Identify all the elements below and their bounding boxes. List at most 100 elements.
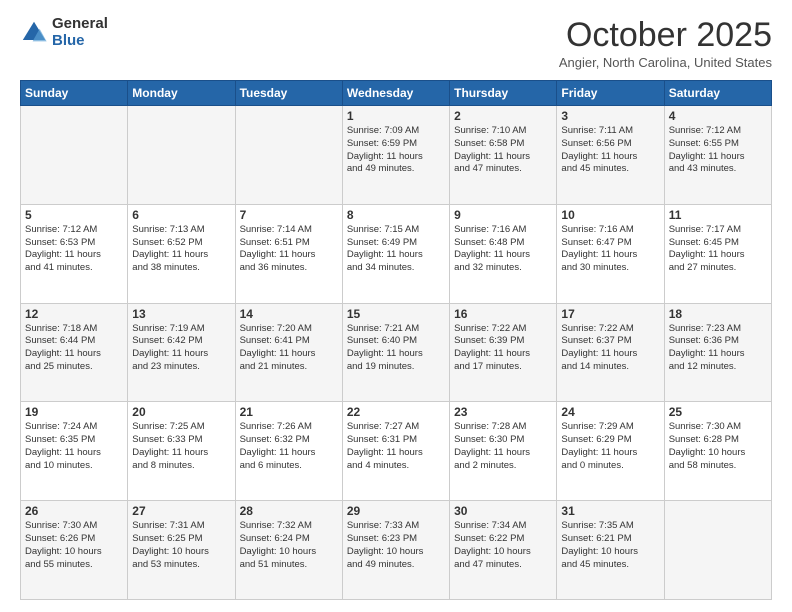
calendar-cell: 30 Sunrise: 7:34 AM Sunset: 6:22 PM Dayli… [450, 501, 557, 600]
day-info: Sunrise: 7:34 AM Sunset: 6:22 PM Dayligh… [454, 520, 552, 571]
day-info: Sunrise: 7:17 AM Sunset: 6:45 PM Dayligh… [669, 224, 767, 275]
calendar-cell: 21 Sunrise: 7:26 AM Sunset: 6:32 PM Dayli… [235, 402, 342, 501]
day-info: Sunrise: 7:19 AM Sunset: 6:42 PM Dayligh… [132, 323, 230, 374]
day-number: 20 [132, 405, 230, 419]
day-info: Sunrise: 7:33 AM Sunset: 6:23 PM Dayligh… [347, 520, 445, 571]
title-block: October 2025 Angier, North Carolina, Uni… [559, 16, 772, 70]
day-number: 30 [454, 504, 552, 518]
day-number: 10 [561, 208, 659, 222]
calendar-cell: 1Sunrise: 7:09 AM Sunset: 6:59 PM Daylig… [342, 106, 449, 205]
calendar-cell: 5 Sunrise: 7:12 AM Sunset: 6:53 PM Daylig… [21, 204, 128, 303]
day-number: 8 [347, 208, 445, 222]
calendar-cell: 8 Sunrise: 7:15 AM Sunset: 6:49 PM Daylig… [342, 204, 449, 303]
day-info: Sunrise: 7:16 AM Sunset: 6:48 PM Dayligh… [454, 224, 552, 275]
day-info: Sunrise: 7:12 AM Sunset: 6:53 PM Dayligh… [25, 224, 123, 275]
day-info: Sunrise: 7:11 AM Sunset: 6:56 PM Dayligh… [561, 125, 659, 176]
logo: General Blue [20, 16, 108, 49]
day-info: Sunrise: 7:35 AM Sunset: 6:21 PM Dayligh… [561, 520, 659, 571]
calendar-cell: 19Sunrise: 7:24 AM Sunset: 6:35 PM Dayli… [21, 402, 128, 501]
day-number: 16 [454, 307, 552, 321]
day-info: Sunrise: 7:20 AM Sunset: 6:41 PM Dayligh… [240, 323, 338, 374]
day-number: 21 [240, 405, 338, 419]
calendar-cell: 24Sunrise: 7:29 AM Sunset: 6:29 PM Dayli… [557, 402, 664, 501]
day-number: 6 [132, 208, 230, 222]
col-saturday: Saturday [664, 81, 771, 106]
page: General Blue October 2025 Angier, North … [0, 0, 792, 612]
day-number: 11 [669, 208, 767, 222]
calendar-cell: 11 Sunrise: 7:17 AM Sunset: 6:45 PM Dayli… [664, 204, 771, 303]
calendar-cell: 12Sunrise: 7:18 AM Sunset: 6:44 PM Dayli… [21, 303, 128, 402]
day-info: Sunrise: 7:28 AM Sunset: 6:30 PM Dayligh… [454, 421, 552, 472]
day-number: 27 [132, 504, 230, 518]
day-number: 29 [347, 504, 445, 518]
calendar-table: Sunday Monday Tuesday Wednesday Thursday… [20, 80, 772, 600]
day-info: Sunrise: 7:21 AM Sunset: 6:40 PM Dayligh… [347, 323, 445, 374]
day-info: Sunrise: 7:27 AM Sunset: 6:31 PM Dayligh… [347, 421, 445, 472]
calendar-cell: 18Sunrise: 7:23 AM Sunset: 6:36 PM Dayli… [664, 303, 771, 402]
day-info: Sunrise: 7:31 AM Sunset: 6:25 PM Dayligh… [132, 520, 230, 571]
day-info: Sunrise: 7:24 AM Sunset: 6:35 PM Dayligh… [25, 421, 123, 472]
col-tuesday: Tuesday [235, 81, 342, 106]
day-info: Sunrise: 7:12 AM Sunset: 6:55 PM Dayligh… [669, 125, 767, 176]
day-number: 26 [25, 504, 123, 518]
day-info: Sunrise: 7:14 AM Sunset: 6:51 PM Dayligh… [240, 224, 338, 275]
week-row-2: 5 Sunrise: 7:12 AM Sunset: 6:53 PM Daylig… [21, 204, 772, 303]
week-row-1: 1Sunrise: 7:09 AM Sunset: 6:59 PM Daylig… [21, 106, 772, 205]
day-number: 14 [240, 307, 338, 321]
calendar-cell: 3 Sunrise: 7:11 AM Sunset: 6:56 PM Daylig… [557, 106, 664, 205]
day-number: 17 [561, 307, 659, 321]
day-info: Sunrise: 7:32 AM Sunset: 6:24 PM Dayligh… [240, 520, 338, 571]
calendar-cell [21, 106, 128, 205]
day-info: Sunrise: 7:22 AM Sunset: 6:37 PM Dayligh… [561, 323, 659, 374]
calendar-cell: 9 Sunrise: 7:16 AM Sunset: 6:48 PM Daylig… [450, 204, 557, 303]
location-subtitle: Angier, North Carolina, United States [559, 55, 772, 70]
day-number: 5 [25, 208, 123, 222]
calendar-cell [235, 106, 342, 205]
day-info: Sunrise: 7:09 AM Sunset: 6:59 PM Dayligh… [347, 125, 445, 176]
col-wednesday: Wednesday [342, 81, 449, 106]
calendar-cell: 17 Sunrise: 7:22 AM Sunset: 6:37 PM Dayli… [557, 303, 664, 402]
day-number: 23 [454, 405, 552, 419]
day-number: 9 [454, 208, 552, 222]
col-sunday: Sunday [21, 81, 128, 106]
day-info: Sunrise: 7:22 AM Sunset: 6:39 PM Dayligh… [454, 323, 552, 374]
day-number: 25 [669, 405, 767, 419]
day-info: Sunrise: 7:25 AM Sunset: 6:33 PM Dayligh… [132, 421, 230, 472]
day-info: Sunrise: 7:16 AM Sunset: 6:47 PM Dayligh… [561, 224, 659, 275]
calendar-cell: 26Sunrise: 7:30 AM Sunset: 6:26 PM Dayli… [21, 501, 128, 600]
calendar-cell: 4Sunrise: 7:12 AM Sunset: 6:55 PM Daylig… [664, 106, 771, 205]
day-info: Sunrise: 7:26 AM Sunset: 6:32 PM Dayligh… [240, 421, 338, 472]
col-friday: Friday [557, 81, 664, 106]
day-number: 18 [669, 307, 767, 321]
calendar-cell: 31Sunrise: 7:35 AM Sunset: 6:21 PM Dayli… [557, 501, 664, 600]
logo-blue-text: Blue [52, 33, 108, 50]
logo-icon [20, 19, 48, 47]
calendar-cell: 28 Sunrise: 7:32 AM Sunset: 6:24 PM Dayli… [235, 501, 342, 600]
calendar-cell: 25Sunrise: 7:30 AM Sunset: 6:28 PM Dayli… [664, 402, 771, 501]
calendar-cell [664, 501, 771, 600]
day-info: Sunrise: 7:10 AM Sunset: 6:58 PM Dayligh… [454, 125, 552, 176]
calendar-cell: 2 Sunrise: 7:10 AM Sunset: 6:58 PM Daylig… [450, 106, 557, 205]
week-row-5: 26Sunrise: 7:30 AM Sunset: 6:26 PM Dayli… [21, 501, 772, 600]
day-number: 22 [347, 405, 445, 419]
day-number: 12 [25, 307, 123, 321]
day-number: 7 [240, 208, 338, 222]
day-number: 3 [561, 109, 659, 123]
day-info: Sunrise: 7:15 AM Sunset: 6:49 PM Dayligh… [347, 224, 445, 275]
day-number: 2 [454, 109, 552, 123]
calendar-cell: 20 Sunrise: 7:25 AM Sunset: 6:33 PM Dayli… [128, 402, 235, 501]
header: General Blue October 2025 Angier, North … [20, 16, 772, 70]
month-title: October 2025 [559, 16, 772, 55]
calendar-cell: 23 Sunrise: 7:28 AM Sunset: 6:30 PM Dayli… [450, 402, 557, 501]
calendar-cell: 13Sunrise: 7:19 AM Sunset: 6:42 PM Dayli… [128, 303, 235, 402]
day-info: Sunrise: 7:29 AM Sunset: 6:29 PM Dayligh… [561, 421, 659, 472]
day-info: Sunrise: 7:13 AM Sunset: 6:52 PM Dayligh… [132, 224, 230, 275]
logo-general-text: General [52, 16, 108, 33]
logo-text: General Blue [52, 16, 108, 49]
week-row-4: 19Sunrise: 7:24 AM Sunset: 6:35 PM Dayli… [21, 402, 772, 501]
calendar-header-row: Sunday Monday Tuesday Wednesday Thursday… [21, 81, 772, 106]
calendar-cell: 7 Sunrise: 7:14 AM Sunset: 6:51 PM Daylig… [235, 204, 342, 303]
col-monday: Monday [128, 81, 235, 106]
day-number: 28 [240, 504, 338, 518]
calendar-cell: 6 Sunrise: 7:13 AM Sunset: 6:52 PM Daylig… [128, 204, 235, 303]
